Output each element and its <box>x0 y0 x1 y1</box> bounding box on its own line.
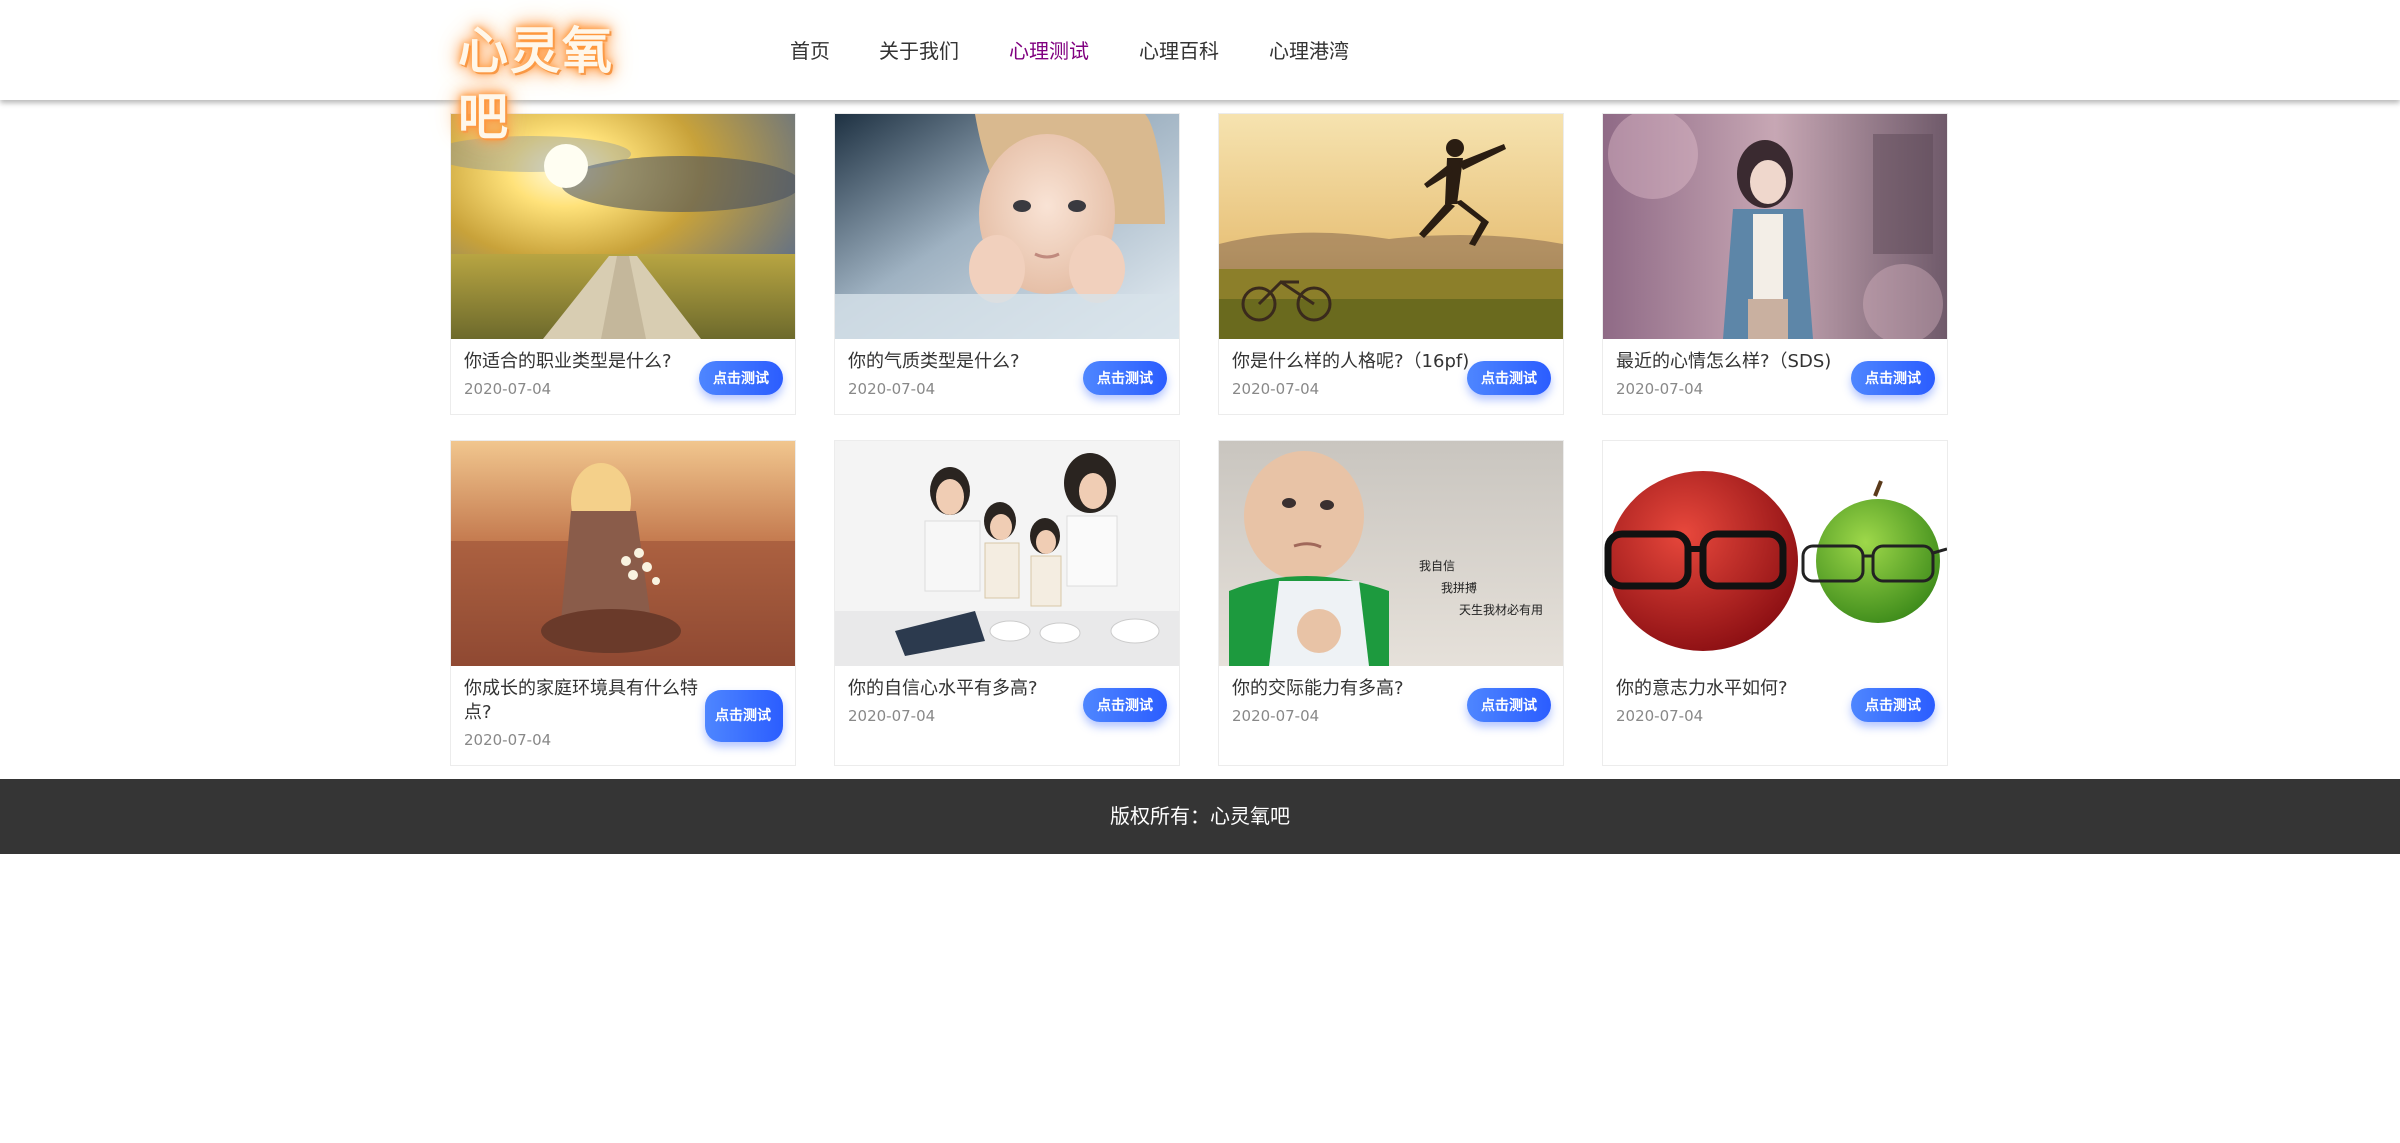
card-image-child-portrait[interactable] <box>835 114 1179 339</box>
card-image-woman-jacket[interactable] <box>1603 114 1947 339</box>
card-date: 2020-07-04 <box>848 380 936 398</box>
card-title[interactable]: 你的自信心水平有多高? <box>848 677 1078 701</box>
site-footer: 版权所有：心灵氧吧 <box>0 779 2400 854</box>
card-date: 2020-07-04 <box>1616 380 1704 398</box>
start-test-button[interactable]: 点击测试 <box>1467 361 1551 395</box>
nav-item-psych-test[interactable]: 心理测试 <box>1009 36 1089 66</box>
nav-item-about[interactable]: 关于我们 <box>879 36 959 66</box>
meme-line-3: 天生我材必有用 <box>1459 603 1544 617</box>
card-date: 2020-07-04 <box>1232 380 1320 398</box>
test-card[interactable]: 你的气质类型是什么? 2020-07-04 点击测试 <box>834 113 1180 415</box>
meme-caption: 我自信 我拼搏 天生我材必有用 <box>1219 441 1563 666</box>
card-date: 2020-07-04 <box>1616 707 1704 725</box>
card-image-jumping-person[interactable] <box>1219 114 1563 339</box>
card-title[interactable]: 你的气质类型是什么? <box>848 350 1078 374</box>
card-title[interactable]: 你成长的家庭环境具有什么特点? <box>464 677 699 725</box>
card-title[interactable]: 你是什么样的人格呢?（16pf) <box>1232 350 1472 374</box>
card-image-baby-meme[interactable]: 我自信 我拼搏 天生我材必有用 <box>1219 441 1563 666</box>
test-card[interactable]: 你的自信心水平有多高? 2020-07-04 点击测试 <box>834 440 1180 766</box>
start-test-button[interactable]: 点击测试 <box>1083 361 1167 395</box>
card-date: 2020-07-04 <box>848 707 936 725</box>
site-header: 心灵氧吧 首页 关于我们 心理测试 心理百科 心理港湾 <box>0 0 2400 146</box>
meme-line-2: 我拼搏 <box>1441 581 1478 595</box>
card-title[interactable]: 你的交际能力有多高? <box>1232 677 1462 701</box>
test-card[interactable]: 你适合的职业类型是什么? 2020-07-04 点击测试 <box>450 113 796 415</box>
start-test-button[interactable]: 点击测试 <box>1851 688 1935 722</box>
test-card[interactable]: 我自信 我拼搏 天生我材必有用 你的交际能力有多高? 2020-07-04 点击… <box>1218 440 1564 766</box>
nav-item-psych-wiki[interactable]: 心理百科 <box>1139 36 1219 66</box>
card-image-girl-flowers[interactable] <box>451 441 795 666</box>
test-card[interactable]: 最近的心情怎么样?（SDS) 2020-07-04 点击测试 <box>1602 113 1948 415</box>
start-test-button[interactable]: 点击测试 <box>1467 688 1551 722</box>
footer-copyright: 版权所有：心灵氧吧 <box>1110 804 1290 828</box>
start-test-button[interactable]: 点击测试 <box>1851 361 1935 395</box>
test-card[interactable]: 你的意志力水平如何? 2020-07-04 点击测试 <box>1602 440 1948 766</box>
card-title[interactable]: 你适合的职业类型是什么? <box>464 350 694 374</box>
test-card[interactable]: 你是什么样的人格呢?（16pf) 2020-07-04 点击测试 <box>1218 113 1564 415</box>
card-image-family[interactable] <box>835 441 1179 666</box>
start-test-button[interactable]: 点击测试 <box>699 361 783 395</box>
card-image-apples-glasses[interactable] <box>1603 441 1947 666</box>
card-date: 2020-07-04 <box>1232 707 1320 725</box>
card-date: 2020-07-04 <box>464 380 552 398</box>
start-test-button[interactable]: 点击测试 <box>705 690 783 742</box>
card-date: 2020-07-04 <box>464 731 552 749</box>
nav-item-home[interactable]: 首页 <box>790 36 830 66</box>
start-test-button[interactable]: 点击测试 <box>1083 688 1167 722</box>
card-title[interactable]: 你的意志力水平如何? <box>1616 677 1846 701</box>
meme-line-1: 我自信 <box>1419 559 1456 573</box>
card-title[interactable]: 最近的心情怎么样?（SDS) <box>1616 350 1846 374</box>
nav-item-psych-harbor[interactable]: 心理港湾 <box>1269 36 1349 66</box>
test-card[interactable]: 你成长的家庭环境具有什么特点? 2020-07-04 点击测试 <box>450 440 796 766</box>
site-logo[interactable]: 心灵氧吧 <box>458 18 658 146</box>
